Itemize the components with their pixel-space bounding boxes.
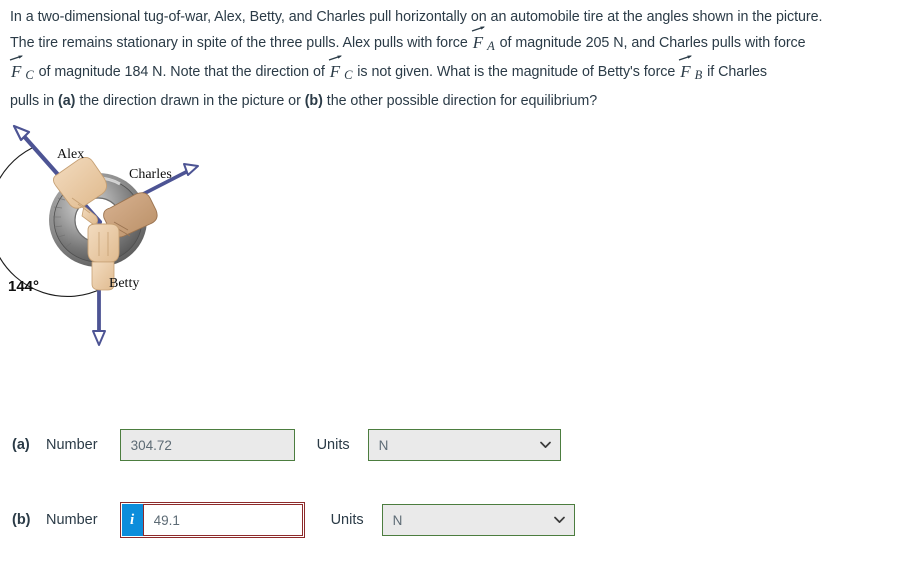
force-letter-a: F — [472, 33, 484, 52]
answer-a-units-value: N — [378, 437, 389, 453]
question-line-4: pulls in (a) the direction drawn in the … — [10, 88, 915, 114]
question-statement: In a two-dimensional tug-of-war, Alex, B… — [9, 4, 915, 114]
force-vector-symbol-c1: F — [9, 55, 23, 81]
alex-label: Alex — [57, 147, 84, 162]
question-line-2-text-a: The tire remains stationary in spite of … — [10, 35, 468, 51]
force-vector-symbol-a: F — [471, 26, 485, 52]
answer-a-units-label: Units — [316, 437, 350, 453]
answer-b-input-group: i — [119, 502, 305, 538]
answer-b-number-label: Number — [46, 512, 98, 528]
charles-label: Charles — [129, 167, 172, 182]
question-line-2-text-b: of magnitude 205 N, and Charles pulls wi… — [499, 35, 806, 51]
angle-label: 144° — [8, 278, 39, 295]
answer-a-number-label: Number — [46, 437, 98, 453]
answer-row-a: (a) Number Units N — [12, 428, 561, 462]
chevron-down-icon — [553, 516, 565, 523]
force-subscript-c1: C — [25, 68, 34, 82]
answer-a-units-select[interactable]: N — [367, 429, 561, 461]
answer-row-b: (b) Number i Units N — [12, 502, 575, 538]
info-icon-button[interactable]: i — [121, 504, 143, 536]
question-line-4-text-c: the other possible direction for equilib… — [326, 93, 598, 109]
force-letter-c1: F — [11, 62, 22, 81]
question-line-2: The tire remains stationary in spite of … — [10, 26, 915, 59]
tire-diagram-svg: Alex Charles Betty 144° — [0, 124, 199, 346]
vector-arrow-icon — [471, 26, 485, 32]
question-line-4-text-a: pulls in — [10, 93, 55, 109]
betty-label: Betty — [109, 276, 139, 291]
question-line-4-text-b: the direction drawn in the picture or — [79, 93, 301, 109]
question-line-1: In a two-dimensional tug-of-war, Alex, B… — [10, 4, 915, 30]
question-line-3: F C of magnitude 184 N. Note that the di… — [9, 55, 915, 88]
force-vector-symbol-c2: F — [328, 55, 342, 81]
force-letter-c2: F — [329, 62, 341, 81]
vector-arrow-icon — [679, 55, 693, 61]
answer-b-label: (b) — [12, 512, 31, 528]
question-line-3-text-c: if Charles — [707, 64, 767, 80]
question-part-a-marker: (a) — [58, 93, 76, 109]
tug-of-war-figure: Alex Charles Betty 144° — [0, 112, 265, 367]
force-letter-b: F — [680, 62, 691, 81]
question-part-b-marker: (b) — [304, 93, 323, 109]
answer-a-number-input[interactable] — [119, 429, 295, 461]
vector-arrow-icon — [9, 55, 23, 61]
force-subscript-c2: C — [344, 68, 353, 82]
chevron-down-icon — [539, 441, 551, 448]
question-line-3-text-a: of magnitude 184 N. Note that the direct… — [38, 64, 325, 80]
answer-b-units-select[interactable]: N — [381, 504, 575, 536]
question-line-1-text: In a two-dimensional tug-of-war, Alex, B… — [10, 9, 823, 25]
vector-arrow-icon — [328, 55, 342, 61]
force-vector-symbol-b: F — [679, 55, 693, 81]
answer-a-label: (a) — [12, 437, 30, 453]
answer-b-units-value: N — [392, 512, 403, 528]
answer-b-units-label: Units — [330, 512, 364, 528]
answer-b-number-input[interactable] — [142, 504, 303, 536]
question-line-3-text-b: is not given. What is the magnitude of B… — [357, 64, 676, 80]
force-subscript-b: B — [694, 68, 703, 82]
force-subscript-a: A — [487, 39, 495, 53]
